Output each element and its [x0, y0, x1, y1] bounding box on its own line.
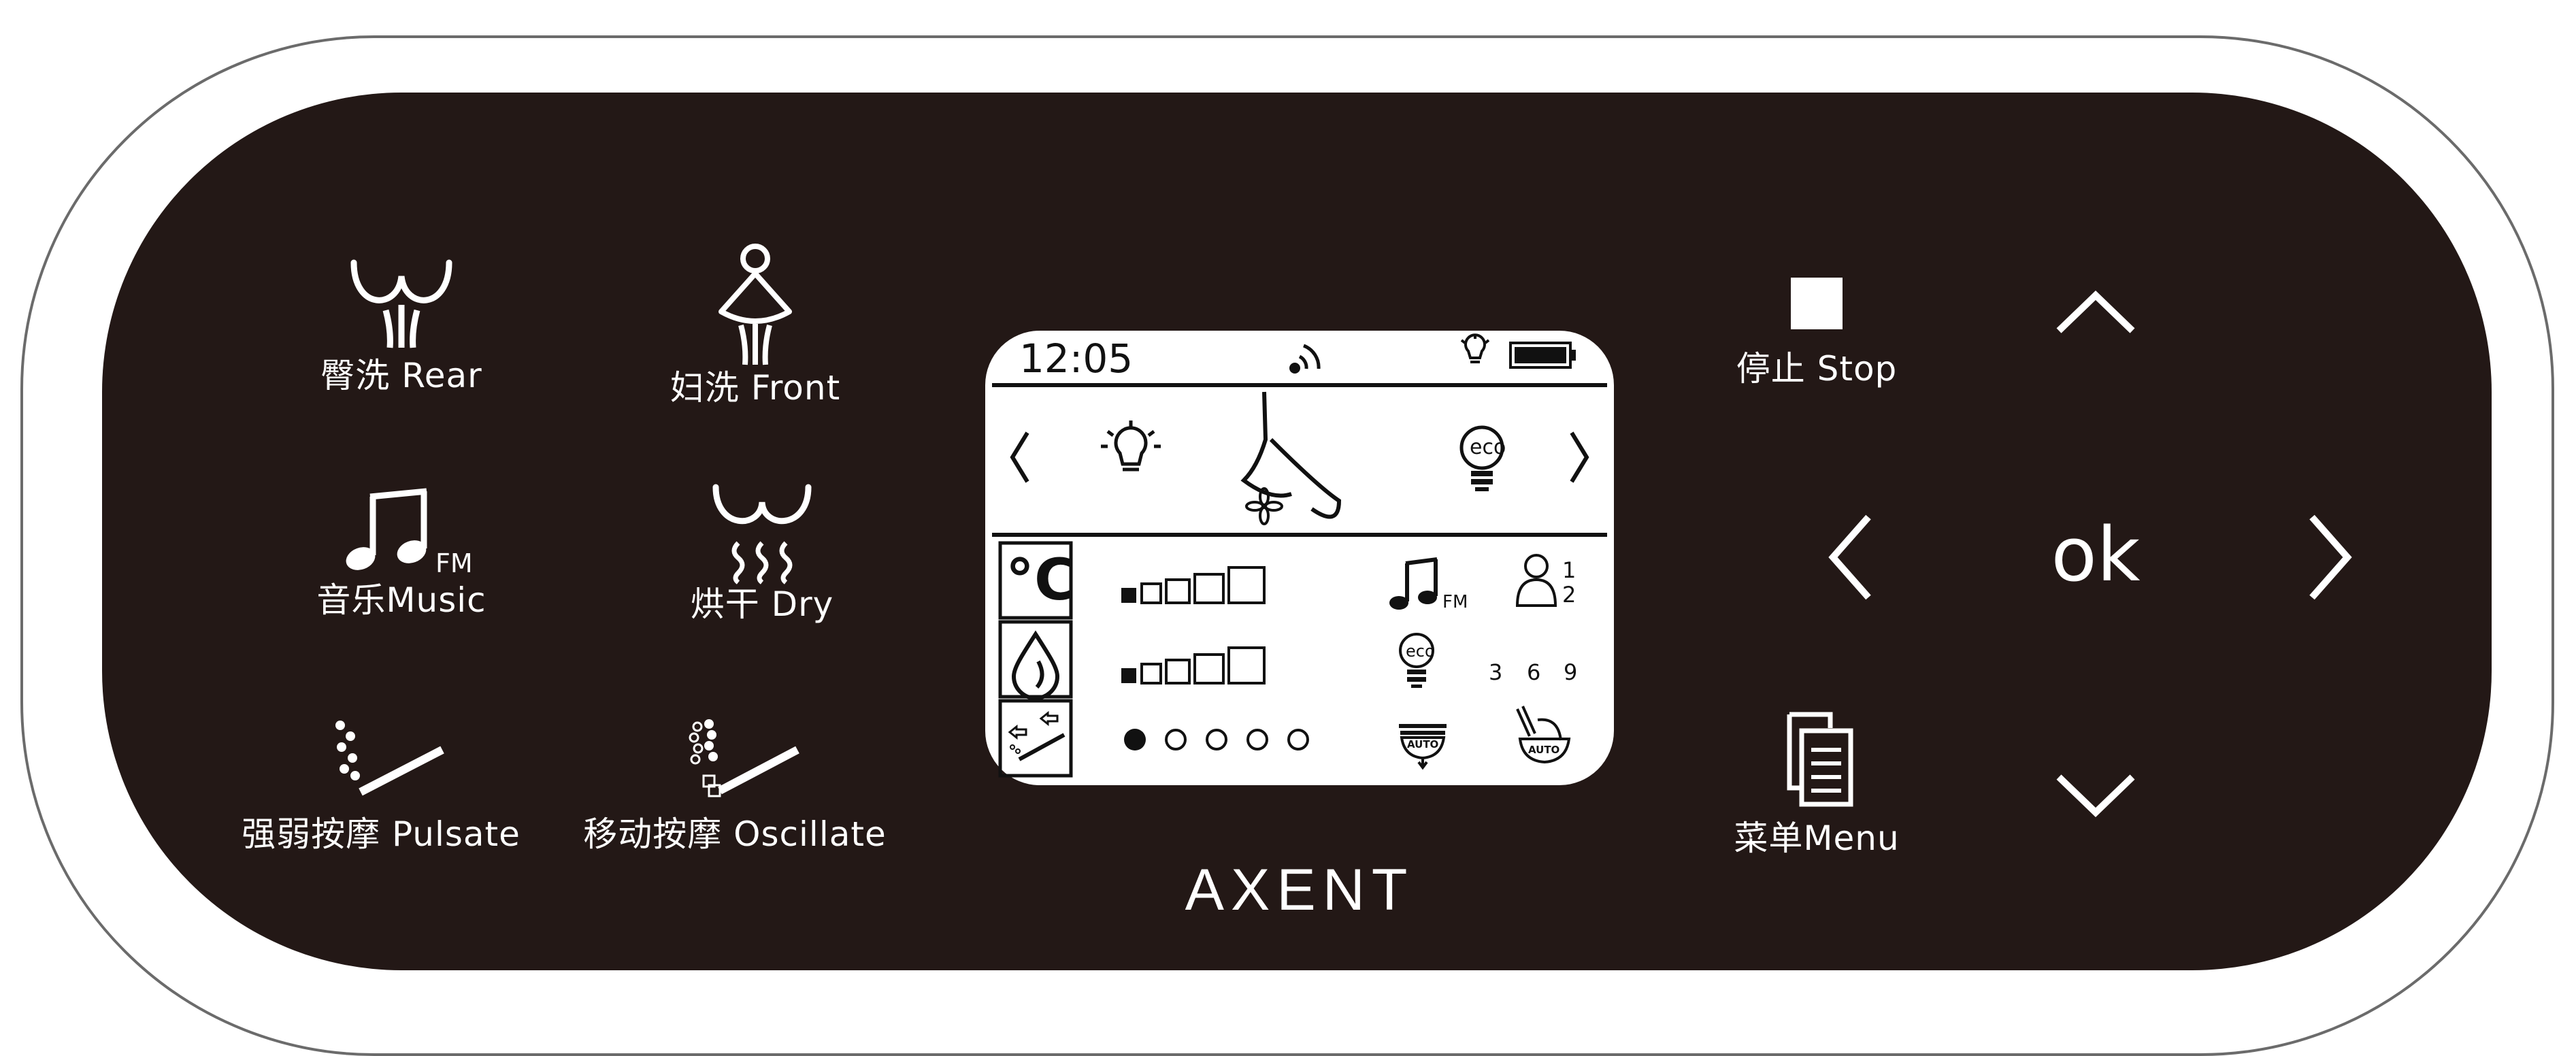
lcd-timer-3: 3 — [1489, 659, 1503, 685]
stop-icon — [1791, 278, 1843, 329]
oscillate-label: 移动按摩 Oscillate — [583, 814, 887, 854]
music-note-icon: FM — [346, 488, 473, 578]
temperature-level-indicator — [1121, 566, 1266, 604]
pulsate-button[interactable]: 强弱按摩 Pulsate — [238, 717, 524, 855]
menu-icon — [1787, 712, 1853, 807]
lcd-music-icon — [1389, 557, 1438, 610]
music-fm-text: FM — [435, 548, 473, 578]
lcd-fm-text: FM — [1442, 592, 1468, 612]
dry-button[interactable]: 烘干 Dry — [633, 482, 891, 625]
nozzle-position-level-indicator — [1124, 729, 1309, 750]
down-arrow-icon[interactable] — [2055, 772, 2136, 819]
water-pressure-level-indicator — [1121, 646, 1266, 684]
lcd-timer-6: 6 — [1527, 659, 1541, 685]
left-arrow-icon[interactable] — [1826, 513, 1874, 601]
ok-button[interactable]: ok — [2034, 510, 2157, 599]
stop-label: 停止 Stop — [1736, 349, 1898, 389]
lcd-auto-lid-text: AUTO — [1528, 744, 1560, 756]
lcd-timer-9: 9 — [1564, 659, 1578, 685]
lcd-right-arrow-icon — [1570, 431, 1589, 483]
lcd-eco-text: eco — [1470, 435, 1506, 459]
rear-wash-label: 臀洗 Rear — [320, 356, 482, 395]
stop-button[interactable]: 停止 Stop — [1694, 276, 1939, 389]
deodorize-icon — [1240, 391, 1342, 525]
oscillate-button[interactable]: 移动按摩 Oscillate — [572, 717, 898, 855]
lcd-eco-text-small: eco — [1406, 642, 1435, 661]
pulsate-label: 强弱按摩 Pulsate — [242, 814, 521, 854]
rear-wash-icon — [350, 259, 452, 348]
music-label: 音乐Music — [316, 580, 486, 620]
music-button[interactable]: FM 音乐Music — [272, 487, 531, 621]
menu-button[interactable]: 菜单Menu — [1694, 712, 1939, 859]
lcd-temp-unit: °C — [1006, 546, 1076, 613]
battery-icon — [1509, 342, 1576, 369]
menu-label: 菜单Menu — [1734, 819, 1900, 858]
lcd-left-arrow-icon — [1010, 431, 1029, 483]
lcd-user-1: 1 — [1562, 557, 1576, 583]
nozzle-position-icon — [1008, 710, 1066, 761]
light-icon — [1101, 420, 1161, 472]
lcd-time: 12:05 — [1019, 335, 1134, 382]
control-panel: 臀洗 Rear 妇洗 Front FM 音乐Music 烘干 Dry 强弱按摩 … — [102, 93, 2492, 970]
front-wash-label: 妇洗 Front — [670, 368, 841, 408]
lcd-graphics — [992, 333, 1607, 778]
dry-label: 烘干 Dry — [690, 584, 834, 624]
water-pressure-icon — [1011, 630, 1060, 700]
front-wash-button[interactable]: 妇洗 Front — [612, 244, 898, 408]
oscillate-icon — [689, 719, 799, 797]
dry-icon — [712, 484, 812, 584]
light-status-icon — [1460, 333, 1490, 363]
signal-icon — [1289, 344, 1321, 374]
lcd-display: 12:05 eco eco °C FM 1 2 3 6 9 AUTO AUTO — [985, 331, 1614, 785]
rear-wash-button[interactable]: 臀洗 Rear — [272, 256, 531, 396]
lcd-user-2: 2 — [1562, 582, 1576, 608]
front-wash-icon — [719, 244, 792, 365]
brand-logo: AXENT — [1185, 857, 1415, 923]
lcd-auto-flush-text: AUTO — [1407, 738, 1439, 750]
pulsate-icon — [335, 721, 444, 796]
right-arrow-icon[interactable] — [2307, 513, 2354, 601]
up-arrow-icon[interactable] — [2055, 288, 2136, 336]
user-icon — [1515, 554, 1557, 607]
